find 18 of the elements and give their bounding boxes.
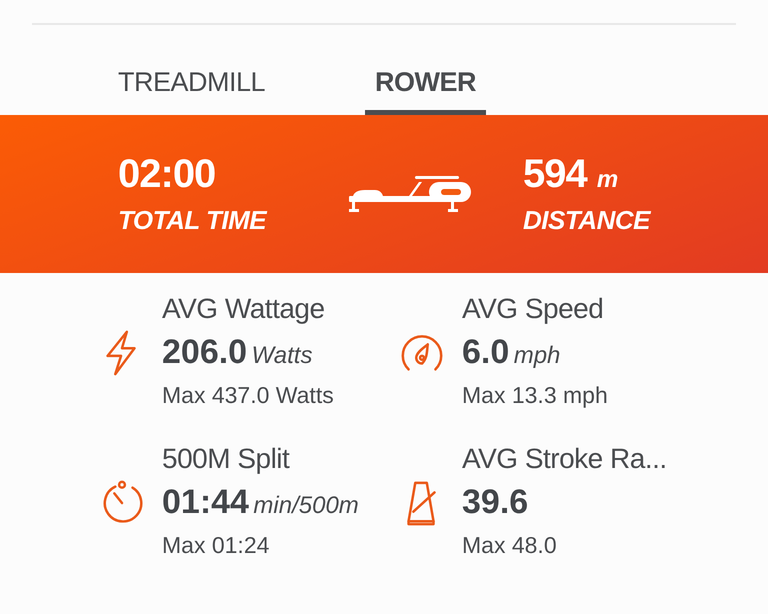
metric-title: AVG Wattage	[162, 293, 326, 325]
total-time-label: TOTAL TIME	[118, 205, 266, 236]
metric-value: 206.0 Watts	[162, 333, 314, 372]
metric-value: 6.0 mph	[462, 333, 562, 372]
metric-value: 01:44min/500m	[162, 483, 359, 522]
metric-max: Max 13.3 mph	[462, 382, 608, 409]
metric-max: Max 437.0 Watts	[162, 382, 334, 409]
rowing-machine-icon	[348, 176, 471, 212]
metric-max: Max 48.0	[462, 532, 558, 559]
distance-value: 594 m	[523, 152, 618, 197]
metric-title: 500M Split	[162, 443, 291, 475]
metric-max: Max 01:24	[162, 532, 270, 559]
metric-title: AVG Speed	[462, 293, 604, 325]
metric-value: 39.6	[462, 483, 530, 522]
distance-label: DISTANCE	[523, 205, 650, 236]
total-time-value: 02:00	[118, 152, 216, 197]
metric-title: AVG Stroke Ra...	[462, 443, 667, 475]
tab[interactable]: TREADMILL	[108, 25, 276, 115]
